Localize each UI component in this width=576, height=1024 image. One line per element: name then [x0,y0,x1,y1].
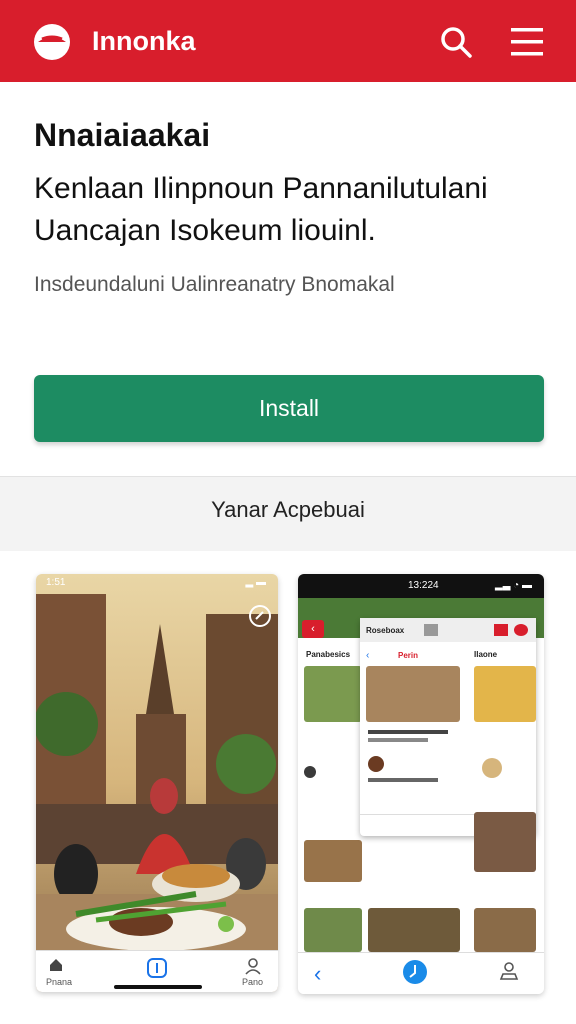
section-title: Yanar Acpebuai [0,476,576,551]
chat-bubble-icon[interactable] [248,604,272,628]
app-screenshot-1[interactable]: 1:51 ▂ ▬ Pnana Pano [36,574,278,992]
food-thumb [368,756,384,772]
text-line [368,738,428,742]
nav-label-home: Pnana [46,977,73,987]
back-chip-icon[interactable]: ‹ [302,620,324,638]
status-bar: 1:51 ▂ ▬ [36,574,278,592]
profile-icon[interactable] [244,957,262,975]
text-line [368,778,438,782]
back-icon[interactable]: ‹ [366,650,369,661]
share-icon[interactable] [514,624,528,636]
list-thumb[interactable] [304,666,362,722]
list-thumb[interactable] [474,666,536,722]
top-app-bar: Innonka [0,0,576,82]
nav-label-profile: Pano [242,977,264,987]
overlay-tab: Perin [398,651,419,660]
overlay-header: Roseboax [366,626,405,635]
app-description: Kenlaan Ilinpnoun Pannanilutulani Uancaj… [34,172,488,247]
avatar [482,758,502,778]
list-thumb[interactable] [304,840,362,882]
account-icon[interactable] [498,959,520,981]
favorite-icon[interactable] [494,624,508,636]
overlay-panel[interactable]: Roseboax ‹ Perin [360,618,536,836]
search-icon[interactable] [438,24,474,60]
app-title: Nnaiaiaakai [34,117,211,153]
text-line [368,730,448,734]
brand-name: Innonka [92,26,196,56]
overlay-thumb[interactable] [366,666,460,722]
status-time: 1:51 [46,577,66,588]
column-header-right: Ilaone [474,650,498,659]
home-icon[interactable] [48,957,64,973]
center-nav-icon[interactable] [146,957,168,979]
column-header-left: Panabesics [306,650,351,659]
home-indicator [114,985,202,989]
bottom-nav: ‹ [298,952,544,994]
logo-icon[interactable] [32,22,72,62]
avatar [304,766,316,778]
list-thumb[interactable] [304,908,362,952]
compose-icon[interactable] [402,959,428,985]
list-thumb[interactable] [474,908,536,952]
market-scene-illustration [36,574,278,992]
signal-icon: ▂▃ ◔ ▬ [495,580,532,591]
list-thumb[interactable] [474,812,536,872]
app-subtitle: Insdeundaluni Ualinreanatry Bnomakal [34,273,395,296]
app-screenshot-2[interactable]: 13:224 ▂▃ ◔ ▬ ‹ Panabesics Roseboax ‹ Pe… [298,574,544,994]
tab-icon[interactable] [424,624,438,636]
list-thumb[interactable] [368,908,460,952]
status-time: 13:224 [408,580,439,591]
status-bar: 13:224 ▂▃ ◔ ▬ [298,577,544,595]
back-icon[interactable]: ‹ [314,961,321,987]
battery-icon: ▂ ▬ [245,577,266,588]
menu-icon[interactable] [508,24,546,60]
bottom-nav: Pnana Pano [36,950,278,992]
install-button[interactable]: Install [34,375,544,442]
